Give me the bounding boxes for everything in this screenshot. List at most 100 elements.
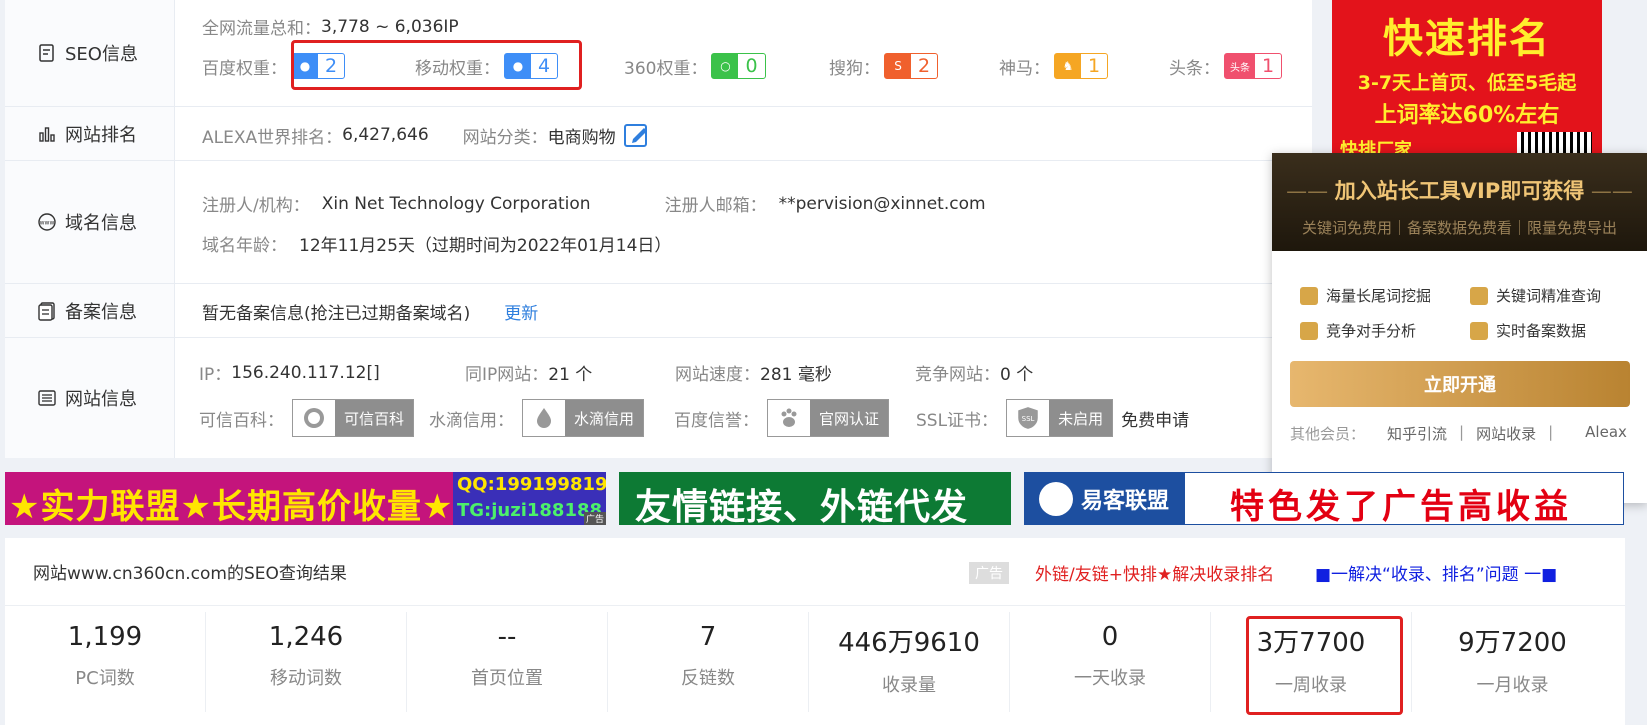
domain-label: www 域名信息 (5, 161, 175, 283)
compete-pair: 竞争网站： 0 个 (915, 360, 1033, 385)
vip-popup: —— 加入站长工具VIP即可获得 —— 关键词免费用｜备案数据免费看｜限量免费导… (1272, 153, 1647, 503)
360-weight-badge[interactable]: ○ 0 (711, 53, 766, 79)
ip-pair: IP： 156.240.117.12[] (199, 362, 380, 386)
layers-icon (1300, 286, 1318, 305)
stat-indexed[interactable]: 446万9610 收录量 (809, 612, 1010, 712)
other-aleax-link[interactable]: Aleax (1585, 423, 1627, 444)
registrant-line: 注册人/机构： Xin Net Technology Corporation 注… (202, 193, 986, 217)
same-ip-value[interactable]: 21 个 (548, 360, 592, 385)
ad-tag: 广告 (969, 562, 1009, 584)
baidu-credit-pair: 百度信誉： 官网认证 (674, 399, 890, 437)
www-globe-icon: www (38, 213, 56, 231)
domain-row: www 域名信息 注册人/机构： Xin Net Technology Corp… (5, 161, 1312, 284)
toutiao-weight-badge[interactable]: 头条 1 (1224, 53, 1283, 79)
stat-day-index[interactable]: 0 一天收录 (1010, 612, 1211, 712)
svg-text:www: www (40, 220, 55, 227)
list-document-icon (38, 301, 55, 321)
icp-line: 暂无备案信息(抢注已过期备案域名) 更新 (202, 299, 538, 324)
document-icon (39, 44, 54, 62)
chart-icon (1300, 321, 1318, 340)
age-line: 域名年龄： 12年11月25天（过期时间为2022年01月14日） (202, 231, 671, 256)
highlight-box-weights (291, 40, 582, 90)
site-info-label: 网站信息 (5, 338, 175, 458)
ssl-apply-link[interactable]: 免费申请 (1121, 406, 1189, 431)
compete-value[interactable]: 0 个 (1000, 360, 1033, 385)
banner-links[interactable]: 友情链接、外链代发 (619, 472, 1011, 525)
alexa-value: 6,427,646 (342, 125, 429, 145)
stat-pc-words[interactable]: 1,199 PC词数 (5, 612, 206, 712)
ssl-pair: SSL证书： SSL 未启用 免费申请 (916, 399, 1189, 437)
ad-link-external[interactable]: 外链/友链+快排★解决收录排名 (1035, 560, 1274, 585)
site-info-row: 网站信息 IP： 156.240.117.12[] 同IP网站： 21 个 网站… (5, 338, 1312, 458)
kexin-pair: 可信百科： 可信百科 (199, 399, 415, 437)
fast-rank-ad[interactable]: 快速排名 3-7天上首页、低至5毛起 上词率达60%左右 快排厂家 (1332, 0, 1602, 160)
vip-feature-longtail[interactable]: 海量长尾词挖掘 (1300, 285, 1470, 306)
alexa-line: ALEXA世界排名： 6,427,646 网站分类： 电商购物 (202, 122, 650, 148)
360-icon: ○ (712, 54, 739, 78)
baidu-credit-badge[interactable]: 官网认证 (767, 399, 890, 437)
list-icon (38, 390, 56, 406)
rank-label: 网站排名 (5, 107, 175, 160)
vip-feature-keyword[interactable]: 关键词精准查询 (1470, 285, 1640, 306)
seo-result-header: 网站www.cn360cn.com的SEO查询结果 广告 外链/友链+快排★解决… (5, 538, 1625, 606)
ssl-shield-icon: SSL (1007, 400, 1050, 436)
email-value: **pervision@xinnet.com (778, 193, 986, 214)
vip-features: 海量长尾词挖掘 关键词精准查询 竞争对手分析 实时备案数据 (1272, 251, 1647, 341)
stat-backlinks[interactable]: 7 反链数 (608, 612, 809, 712)
speed-value: 281 毫秒 (760, 365, 832, 385)
stat-mobile-words[interactable]: 1,246 移动词数 (206, 612, 407, 712)
speed-pair: 网站速度： 281 毫秒 (675, 360, 832, 385)
kexin-badge[interactable]: 可信百科 (292, 399, 415, 437)
sogou-icon: S (885, 54, 911, 78)
bar-chart-icon (39, 126, 55, 142)
water-drop-icon (523, 400, 565, 436)
icp-label: 备案信息 (5, 284, 175, 337)
icp-text: 暂无备案信息(抢注已过期备案域名) (202, 304, 471, 324)
shenma-icon: ♞ (1055, 54, 1081, 78)
edit-icon[interactable] (623, 122, 650, 148)
banner-yike[interactable]: 易客联盟 特色发了广告高收益 (1024, 472, 1624, 525)
shenma-weight[interactable]: 神马： ♞ 1 (999, 53, 1109, 79)
rank-row: 网站排名 ALEXA世界排名： 6,427,646 网站分类： 电商购物 (5, 107, 1312, 161)
ip-value[interactable]: 156.240.117.12[] (231, 363, 379, 383)
vip-feature-competitor[interactable]: 竞争对手分析 (1300, 320, 1470, 341)
ad-link-solve[interactable]: ■一解决“收录、排名”问题 一■ (1315, 560, 1557, 585)
vip-other-members: 其他会员： 知乎引流 | 网站收录 | Aleax (1290, 423, 1627, 444)
other-index-link[interactable]: 网站收录 (1476, 423, 1536, 444)
age-value: 12年11月25天（过期时间为2022年01月14日） (299, 236, 672, 256)
icp-update-link[interactable]: 更新 (504, 299, 538, 324)
toutiao-weight[interactable]: 头条： 头条 1 (1169, 53, 1283, 79)
ssl-badge[interactable]: SSL 未启用 (1006, 399, 1114, 437)
seo-result-section: 网站www.cn360cn.com的SEO查询结果 广告 外链/友链+快排★解决… (5, 538, 1625, 725)
baidu-paw-icon (768, 400, 810, 436)
banner-alliance[interactable]: ★实力联盟★长期高价收量★ QQ:199199819 TG:juzi188188… (5, 472, 606, 525)
traffic-value: 3,778 ~ 6,036IP (321, 16, 459, 37)
open-vip-button[interactable]: 立即开通 (1290, 361, 1630, 407)
seo-info-row: SEO信息 全网流量总和： 3,778 ~ 6,036IP 百度权重： ● 2 … (5, 0, 1312, 107)
same-ip-pair: 同IP网站： 21 个 (465, 360, 592, 385)
shield-seal-icon (293, 400, 335, 436)
360-weight[interactable]: 360权重： ○ 0 (624, 53, 766, 79)
category-value: 电商购物 (547, 127, 616, 148)
sogou-weight-badge[interactable]: S 2 (884, 53, 939, 79)
sogou-weight[interactable]: 搜狗： S 2 (829, 53, 939, 79)
other-zhihu-link[interactable]: 知乎引流 (1387, 423, 1447, 444)
highlight-box-week (1246, 616, 1403, 715)
vip-feature-icp[interactable]: 实时备案数据 (1470, 320, 1640, 341)
doc-search-icon (1470, 286, 1488, 305)
vip-header: —— 加入站长工具VIP即可获得 —— 关键词免费用｜备案数据免费看｜限量免费导… (1272, 153, 1647, 251)
seo-result-title: 网站www.cn360cn.com的SEO查询结果 (33, 564, 347, 584)
shenma-weight-badge[interactable]: ♞ 1 (1054, 53, 1109, 79)
shuidi-badge[interactable]: 水滴信用 (522, 399, 645, 437)
yike-logo-icon (1039, 481, 1073, 516)
doc-lock-icon (1470, 321, 1488, 340)
icp-row: 备案信息 暂无备案信息(抢注已过期备案域名) 更新 (5, 284, 1312, 338)
registrant-value: Xin Net Technology Corporation (321, 193, 591, 214)
stat-month-index[interactable]: 9万7200 一月收录 (1412, 612, 1613, 712)
seo-info-label: SEO信息 (5, 0, 175, 106)
site-info-panel: SEO信息 全网流量总和： 3,778 ~ 6,036IP 百度权重： ● 2 … (5, 0, 1312, 458)
traffic-line: 全网流量总和： 3,778 ~ 6,036IP (202, 16, 459, 40)
toutiao-icon: 头条 (1225, 54, 1255, 78)
shuidi-pair: 水滴信用： 水滴信用 (429, 399, 645, 437)
stat-home-position[interactable]: -- 首页位置 (407, 612, 608, 712)
